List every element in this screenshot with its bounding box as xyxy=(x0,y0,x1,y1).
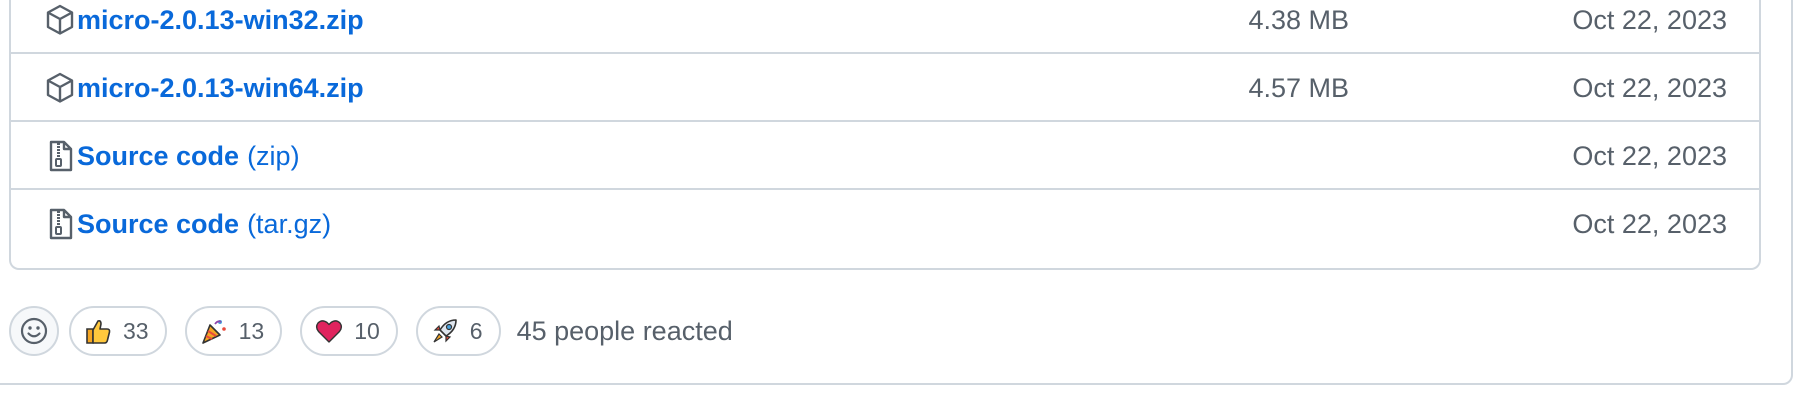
reaction-thumbs-up[interactable]: 33 xyxy=(69,306,167,356)
heart-icon xyxy=(316,320,343,343)
party-popper-icon xyxy=(201,320,226,344)
asset-row: micro-2.0.13-win32.zip 4.38 MB Oct 22, 2… xyxy=(11,0,1759,54)
asset-name: micro-2.0.13-win32.zip xyxy=(77,4,364,35)
assets-list: micro-2.0.13-win32.zip 4.38 MB Oct 22, 2… xyxy=(9,0,1761,270)
package-icon xyxy=(45,71,75,105)
asset-date: Oct 22, 2023 xyxy=(1572,209,1727,239)
asset-link[interactable]: micro-2.0.13-win32.zip xyxy=(45,0,364,54)
add-reaction-button[interactable] xyxy=(9,306,59,356)
reaction-summary: 45 people reacted xyxy=(516,315,733,346)
reaction-rocket[interactable]: 6 xyxy=(415,306,501,356)
reaction-heart[interactable]: 10 xyxy=(300,306,398,356)
file-zip-icon xyxy=(45,139,75,173)
asset-date: Oct 22, 2023 xyxy=(1572,5,1727,35)
smiley-icon xyxy=(20,317,48,345)
reaction-count: 6 xyxy=(469,317,483,344)
asset-link[interactable]: Source code (zip) xyxy=(45,122,300,190)
asset-suffix: (zip) xyxy=(247,140,300,171)
file-zip-icon xyxy=(45,207,75,241)
reaction-count: 13 xyxy=(238,317,265,344)
asset-date: Oct 22, 2023 xyxy=(1572,141,1727,171)
asset-name: micro-2.0.13-win64.zip xyxy=(77,72,364,103)
asset-size: 4.57 MB xyxy=(1248,73,1349,103)
reaction-count: 10 xyxy=(354,317,380,344)
asset-row: micro-2.0.13-win64.zip 4.57 MB Oct 22, 2… xyxy=(11,54,1759,122)
asset-date: Oct 22, 2023 xyxy=(1572,73,1727,103)
asset-name: Source code xyxy=(77,140,240,171)
asset-link[interactable]: Source code (tar.gz) xyxy=(45,190,331,258)
reaction-hooray[interactable]: 13 xyxy=(184,306,283,356)
asset-row: Source code (zip) Oct 22, 2023 xyxy=(11,122,1759,190)
asset-row: Source code (tar.gz) Oct 22, 2023 xyxy=(11,190,1759,258)
reactions-bar: 33 13 10 6 45 people reacted xyxy=(9,304,733,358)
asset-size: 4.38 MB xyxy=(1248,5,1349,35)
asset-name: Source code xyxy=(77,208,240,239)
asset-suffix: (tar.gz) xyxy=(247,208,332,239)
package-icon xyxy=(45,3,75,37)
asset-link[interactable]: micro-2.0.13-win64.zip xyxy=(45,54,364,122)
reaction-count: 33 xyxy=(123,317,149,344)
thumbs-up-icon xyxy=(86,320,111,344)
rocket-icon xyxy=(433,319,457,343)
